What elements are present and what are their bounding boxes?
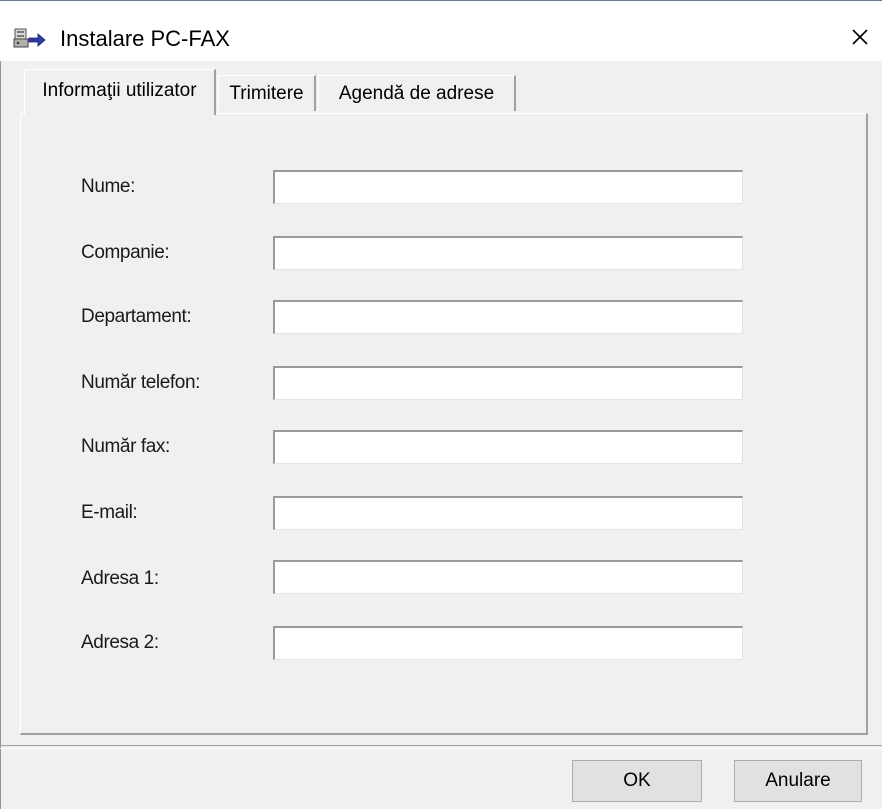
department-label: Departament:: [81, 306, 192, 327]
ok-button[interactable]: OK: [572, 760, 702, 802]
user-info-panel: Nume: Companie: Departament: Număr telef…: [20, 113, 868, 735]
tab-user-info[interactable]: Informaţii utilizator: [24, 69, 216, 115]
address2-label: Adresa 2:: [81, 632, 159, 653]
close-button[interactable]: [836, 15, 882, 59]
email-field[interactable]: [273, 496, 743, 530]
company-label: Companie:: [81, 242, 170, 263]
address1-field[interactable]: [273, 560, 743, 594]
address1-label: Adresa 1:: [81, 568, 159, 589]
close-icon: [852, 29, 868, 45]
department-field[interactable]: [273, 300, 743, 334]
button-separator: [0, 745, 882, 749]
name-label: Nume:: [81, 176, 135, 197]
phone-field[interactable]: [273, 366, 743, 400]
email-label: E-mail:: [81, 502, 138, 523]
tab-address-book[interactable]: Agendă de adrese: [318, 75, 516, 111]
tab-strip: Informaţii utilizator Trimitere Agendă d…: [0, 61, 882, 115]
company-field[interactable]: [273, 236, 743, 270]
address2-field[interactable]: [273, 626, 743, 660]
fax-label: Număr fax:: [81, 436, 170, 457]
window-border: [0, 1, 1, 809]
title-bar: Instalare PC-FAX: [0, 1, 882, 61]
phone-label: Număr telefon:: [81, 372, 201, 393]
pc-fax-dialog: Instalare PC-FAX Informaţii utilizator T…: [0, 0, 882, 809]
name-field[interactable]: [273, 170, 743, 204]
tab-send[interactable]: Trimitere: [218, 75, 316, 111]
cancel-button[interactable]: Anulare: [734, 760, 862, 802]
window-title: Instalare PC-FAX: [60, 26, 230, 51]
fax-field[interactable]: [273, 430, 743, 464]
fax-setup-icon: [12, 25, 46, 55]
